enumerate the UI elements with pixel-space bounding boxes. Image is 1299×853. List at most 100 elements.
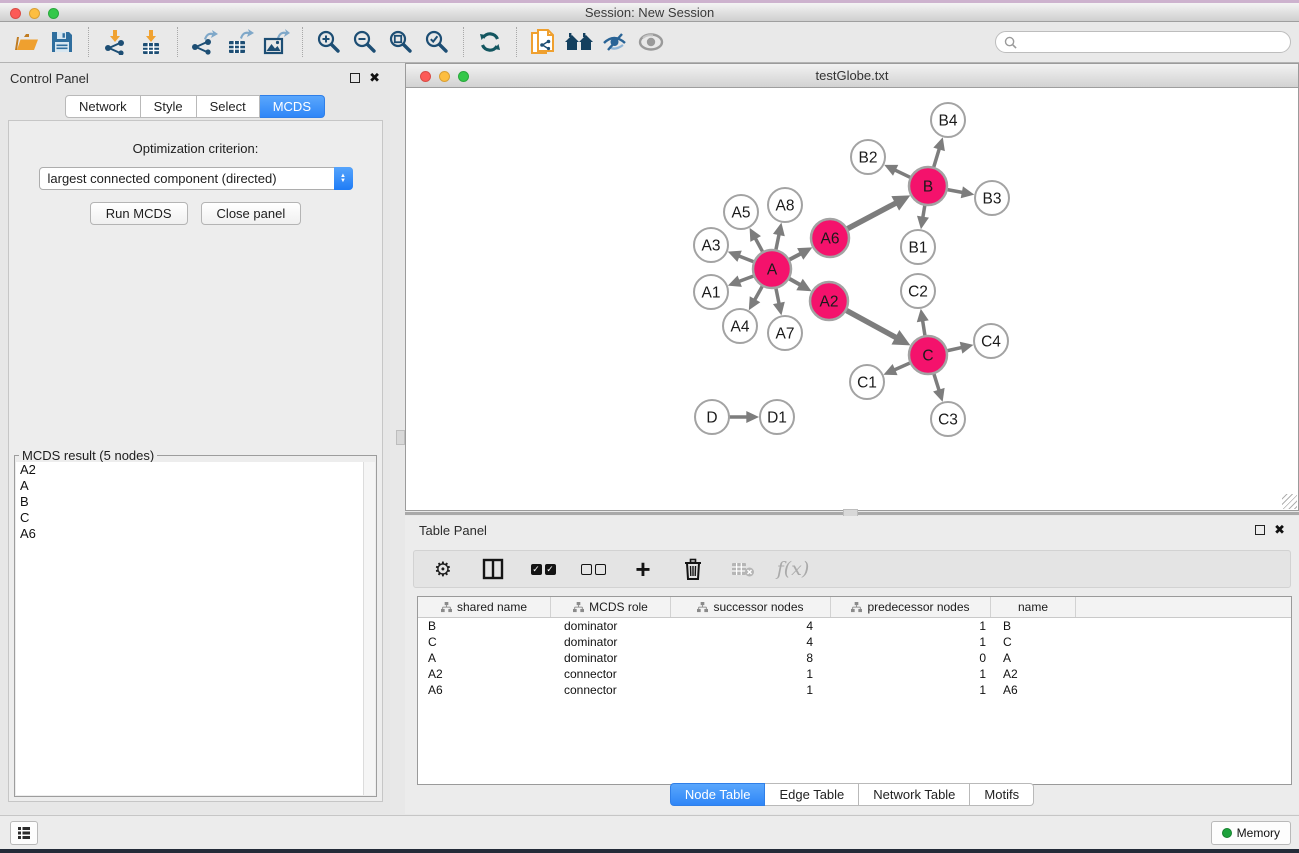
close-panel-button[interactable]: Close panel: [201, 202, 302, 225]
table-cell: A6: [418, 682, 551, 698]
tab-node-table[interactable]: Node Table: [670, 783, 766, 806]
open-session-button[interactable]: [8, 25, 44, 59]
edge-A-A6[interactable]: [789, 253, 801, 260]
table-cell: C: [418, 634, 551, 650]
result-item[interactable]: C: [16, 510, 375, 526]
toolbar-separator: [88, 27, 89, 57]
result-list-scrollbar[interactable]: [363, 462, 375, 795]
edge-A-A1[interactable]: [739, 276, 754, 282]
float-panel-icon[interactable]: [350, 73, 360, 83]
network-window-titlebar: testGlobe.txt: [406, 64, 1298, 88]
export-image-button[interactable]: [258, 25, 294, 59]
column-header-shared-name[interactable]: shared name: [418, 597, 551, 617]
network-canvas[interactable]: AA1A2A3A4A5A6A7A8BB1B2B3B4CC1C2C3C4DD1: [406, 88, 1298, 510]
table-cell: 4: [671, 634, 831, 650]
graph-node-label-D1: D1: [767, 410, 787, 427]
edge-B-B2[interactable]: [895, 170, 911, 178]
eye-slash-icon: [601, 30, 629, 54]
column-header-name[interactable]: name: [991, 597, 1076, 617]
table-cell: 1: [831, 682, 991, 698]
zoom-out-button[interactable]: [347, 25, 383, 59]
table-cell: connector: [551, 682, 671, 698]
create-column-button[interactable]: +: [630, 556, 656, 582]
close-table-panel-icon[interactable]: ✖: [1274, 525, 1285, 535]
graph-node-label-B3: B3: [983, 191, 1002, 208]
table-row[interactable]: A2connector11A2: [418, 666, 1291, 682]
session-title: Session: New Session: [0, 5, 1299, 20]
function-builder-button[interactable]: f(x): [780, 556, 806, 582]
table-row[interactable]: Adominator80A: [418, 650, 1291, 666]
optimization-criterion-select[interactable]: largest connected component (directed) ▲…: [39, 167, 353, 190]
table-settings-button[interactable]: ⚙: [430, 556, 456, 582]
edge-C-C4[interactable]: [947, 347, 962, 350]
column-header-MCDS-role[interactable]: MCDS role: [551, 597, 671, 617]
table-row[interactable]: A6connector11A6: [418, 682, 1291, 698]
edge-C-C3[interactable]: [934, 373, 939, 391]
tab-network-table[interactable]: Network Table: [859, 783, 970, 806]
home-view-button[interactable]: [561, 25, 597, 59]
graph-node-label-A6: A6: [821, 231, 840, 248]
delete-column-button[interactable]: [680, 556, 706, 582]
save-session-button[interactable]: [44, 25, 80, 59]
edge-B-B3[interactable]: [947, 190, 963, 193]
delete-table-button[interactable]: [730, 556, 756, 582]
unselect-all-columns-button[interactable]: [580, 556, 606, 582]
edge-A6-B[interactable]: [847, 203, 896, 229]
edge-A-A2[interactable]: [789, 278, 801, 285]
search-input[interactable]: [1022, 35, 1282, 49]
result-item[interactable]: A6: [16, 526, 375, 542]
zoom-selected-button[interactable]: [419, 25, 455, 59]
memory-button[interactable]: Memory: [1211, 821, 1291, 845]
hide-graphics-details-button[interactable]: [597, 25, 633, 59]
tab-mcds[interactable]: MCDS: [260, 95, 325, 118]
import-network-button[interactable]: [97, 25, 133, 59]
tab-network[interactable]: Network: [65, 95, 141, 118]
edge-A2-C[interactable]: [846, 310, 897, 338]
edge-B-B1[interactable]: [923, 205, 925, 218]
result-item[interactable]: A2: [16, 462, 375, 478]
table-row[interactable]: Cdominator41C: [418, 634, 1291, 650]
edge-A-A8[interactable]: [776, 234, 779, 250]
edge-B-B4[interactable]: [934, 148, 940, 167]
select-all-columns-button[interactable]: ✓✓: [530, 556, 556, 582]
unchecked-boxes-icon: [581, 564, 606, 575]
tab-select[interactable]: Select: [197, 95, 260, 118]
close-panel-icon[interactable]: ✖: [369, 73, 380, 83]
network-view-window: testGlobe.txt AA1A2A3A4A5A6A7A8BB1B2B3B4…: [405, 63, 1299, 511]
tab-motifs[interactable]: Motifs: [970, 783, 1034, 806]
network-graph: AA1A2A3A4A5A6A7A8BB1B2B3B4CC1C2C3C4DD1: [406, 88, 1298, 510]
zoom-fit-button[interactable]: [383, 25, 419, 59]
window-resize-grip[interactable]: [1282, 494, 1297, 509]
tab-style[interactable]: Style: [141, 95, 197, 118]
table-row[interactable]: Bdominator41B: [418, 618, 1291, 634]
show-graphics-details-button[interactable]: [633, 25, 669, 59]
edge-A-A7[interactable]: [776, 288, 779, 304]
column-header-successor-nodes[interactable]: successor nodes: [671, 597, 831, 617]
graph-node-label-A8: A8: [776, 198, 795, 215]
import-network-icon: [102, 29, 128, 55]
show-panels-button[interactable]: [10, 821, 38, 845]
edge-A-A4[interactable]: [755, 286, 763, 301]
result-item[interactable]: A: [16, 478, 375, 494]
show-columns-button[interactable]: [480, 556, 506, 582]
edge-A-A3[interactable]: [739, 256, 755, 262]
search-field[interactable]: [995, 31, 1291, 53]
export-table-button[interactable]: [222, 25, 258, 59]
refresh-layout-button[interactable]: [472, 25, 508, 59]
import-table-button[interactable]: [133, 25, 169, 59]
export-network-button[interactable]: [186, 25, 222, 59]
graph-node-label-A1: A1: [702, 285, 721, 302]
table-cell: A: [418, 650, 551, 666]
float-table-panel-icon[interactable]: [1255, 525, 1265, 535]
duplicate-network-button[interactable]: [525, 25, 561, 59]
vertical-split-handle[interactable]: [396, 430, 405, 445]
zoom-in-button[interactable]: [311, 25, 347, 59]
table-cell: B: [991, 618, 1076, 634]
edge-C-C2[interactable]: [923, 320, 925, 336]
tab-edge-table[interactable]: Edge Table: [765, 783, 859, 806]
result-item[interactable]: B: [16, 494, 375, 510]
run-mcds-button[interactable]: Run MCDS: [90, 202, 188, 225]
column-header-predecessor-nodes[interactable]: predecessor nodes: [831, 597, 991, 617]
edge-C-C1[interactable]: [894, 363, 910, 370]
edge-A-A5[interactable]: [755, 238, 763, 252]
